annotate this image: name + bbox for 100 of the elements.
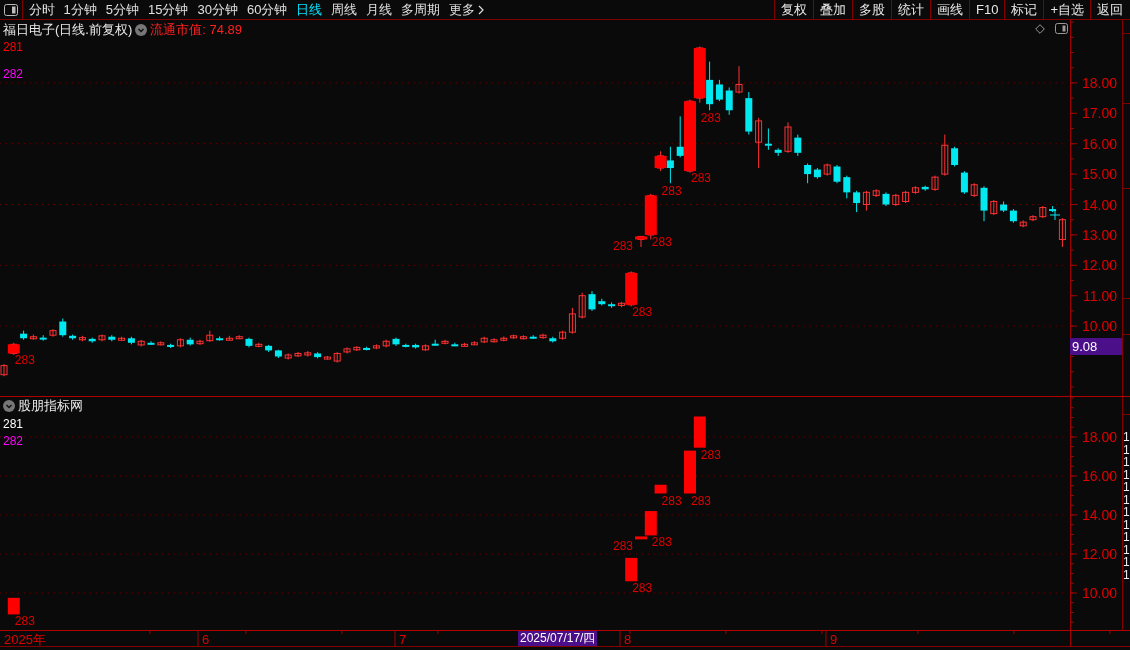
signal-label: 283 [661,184,682,199]
signal-label: 283 [632,304,653,319]
axis-label: 16.00 [1081,135,1117,152]
side-value-text: 1 [1123,568,1130,581]
candlestick [500,335,508,342]
candlestick [39,334,47,342]
axis-label: 12.00 [1081,257,1117,274]
legend-label: 282 [3,67,24,81]
signal-label: 283 [14,614,35,629]
side-value-text: 1 [1123,506,1130,519]
candlestick [843,175,851,199]
period-tab[interactable]: 5分钟 [101,0,144,19]
signal-label: 283 [651,535,672,550]
candlestick [833,164,841,184]
signal-bar [693,416,706,448]
period-tab[interactable]: 更多 [444,0,489,19]
toolbar-button[interactable]: 画线 [930,0,969,19]
candlestick [784,121,792,154]
period-tab[interactable]: 周线 [326,0,362,19]
candlestick [451,342,459,347]
date-cursor-label: 2025/07/17/四 [518,631,598,646]
date-axis-label: 2025年 [4,631,46,647]
axis-label: 12.00 [1081,545,1117,562]
panel-toggle-icon[interactable] [1055,23,1068,34]
candlestick [186,337,194,347]
candlestick [931,175,939,192]
candlestick [872,188,880,198]
candlestick [382,339,390,348]
side-value-text: 1 [1123,481,1130,494]
candlestick [1029,214,1037,222]
axis-label: 11.00 [1083,287,1117,304]
side-value-text: 1 [1123,556,1130,569]
chevron-right-icon [478,4,485,15]
axis-label: 13.00 [1081,226,1117,243]
candlestick [794,134,802,157]
candlestick [745,91,753,136]
toolbar-button[interactable]: 复权 [774,0,813,19]
candlestick [98,334,106,342]
candlestick [921,185,929,192]
period-tab[interactable]: 分时 [24,0,59,19]
signal-bar [684,450,696,494]
axis-label: 15.00 [1081,166,1117,183]
toolbar-button[interactable]: F10 [969,0,1005,19]
diamond-icon[interactable] [1035,23,1045,34]
toolbar-button[interactable]: 叠加 [813,0,852,19]
signal-label: 283 [651,234,672,249]
date-axis-label: 6 [202,631,210,647]
candlestick [1049,205,1057,213]
candlestick [735,65,743,95]
axis-label: 18.00 [1081,74,1117,91]
panel-toggle-icon[interactable] [4,3,18,16]
axis-label: 16.00 [1081,467,1117,484]
signal-bar [693,47,706,99]
toolbar-button[interactable]: 标记 [1004,0,1044,19]
signal-bar [625,557,638,582]
toolbar-button[interactable]: +自选 [1043,0,1090,19]
candlestick [774,147,782,157]
side-value-text: 1 [1123,543,1130,556]
candlestick [1019,219,1027,228]
candlestick [196,339,204,346]
candlestick [980,185,988,222]
period-tab[interactable]: 月线 [361,0,397,19]
side-value-text: 1 [1123,443,1130,456]
signal-label: 283 [661,493,682,508]
toolbar-button[interactable]: 统计 [891,0,930,19]
axis-label: 14.00 [1081,196,1117,213]
candlestick [235,334,243,340]
toolbar-button[interactable]: 返回 [1090,0,1129,19]
candlestick [951,146,959,167]
candlestick [1039,205,1047,219]
candlestick [598,298,606,306]
period-tab[interactable]: 15分钟 [143,0,193,19]
candlestick [343,346,351,354]
candlestick [431,339,439,347]
candlestick [539,333,547,340]
candlestick [480,336,488,344]
candlestick [108,334,116,342]
candlestick [970,182,978,198]
candlestick [49,328,57,338]
chevron-down-icon[interactable] [3,400,15,412]
period-tab[interactable]: 30分钟 [192,0,243,19]
toolbar-button[interactable]: 多股 [852,0,891,19]
signal-label: 283 [613,239,634,254]
period-tab[interactable]: 60分钟 [242,0,292,19]
signal-label: 283 [700,111,721,126]
period-tab[interactable]: 1分钟 [59,0,102,19]
period-tab[interactable]: 多周期 [396,0,445,19]
candlestick [960,170,968,195]
signal-bar [654,484,667,494]
axis-label: 14.00 [1081,506,1117,523]
side-value-text: 1 [1123,493,1130,506]
axis-label: 10.00 [1081,318,1117,335]
candlestick [549,336,557,343]
chevron-down-icon[interactable] [135,24,148,36]
date-axis-label: 9 [830,631,838,647]
candlestick [441,339,449,345]
candlestick [529,334,537,340]
candlestick [206,330,214,343]
period-tab[interactable]: 日线 [291,0,327,19]
side-value-text: 1 [1123,468,1130,481]
